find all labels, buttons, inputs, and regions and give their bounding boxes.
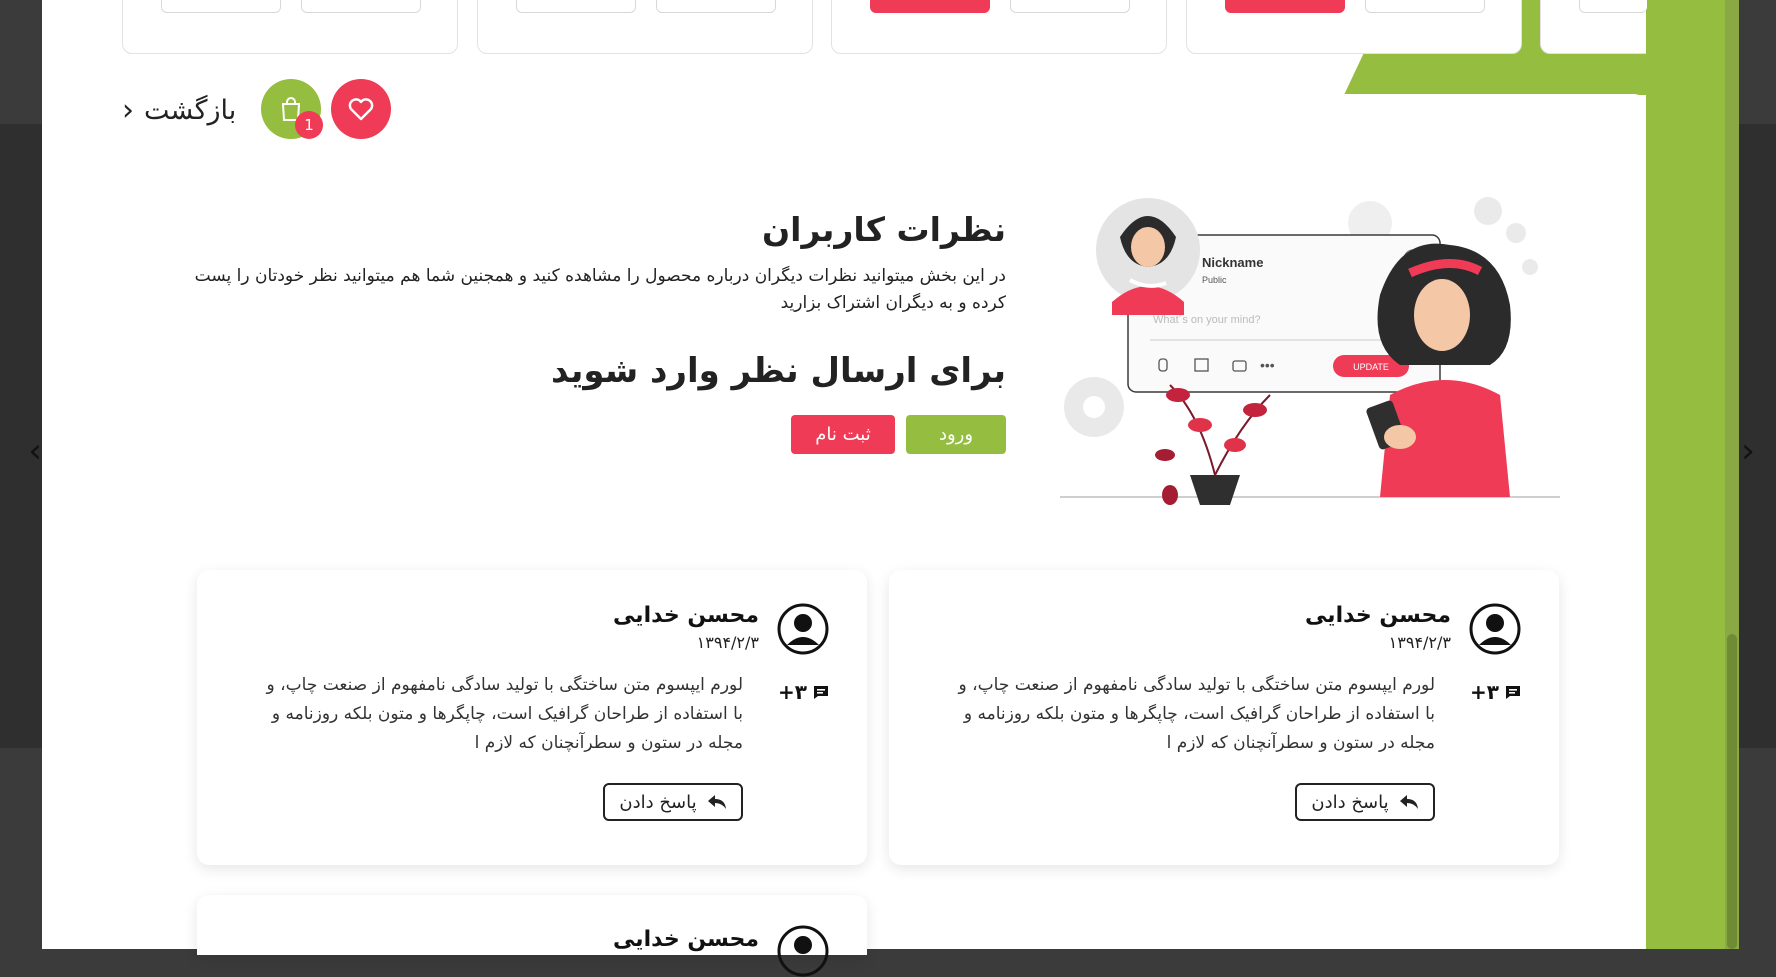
back-button[interactable]: بازگشت ‹ — [122, 88, 236, 132]
section-description: در این بخش میتوانید نظرات دیگران درباره … — [194, 266, 1006, 313]
reply-button[interactable]: پاسخ دادن — [603, 783, 743, 821]
comments-illustration: Nickname Public What´s on your mind? •••… — [1060, 197, 1560, 505]
comment-author: محسن خدایی — [613, 927, 759, 952]
user-avatar-icon — [1469, 603, 1521, 655]
auth-buttons: ورود ثبت نام — [160, 415, 1006, 454]
comment-author: محسن خدایی — [1305, 603, 1451, 628]
svg-text:•••: ••• — [1260, 357, 1275, 373]
user-avatar-icon — [777, 925, 829, 977]
login-prompt: برای ارسال نظر وارد شوید — [550, 351, 1006, 391]
chevron-left-icon: ‹ — [122, 92, 134, 128]
comment-replies-count[interactable]: ۳+ — [1470, 680, 1521, 704]
product-card[interactable] — [477, 0, 813, 54]
favorite-button[interactable] — [331, 79, 391, 139]
product-card-button[interactable] — [1010, 0, 1130, 13]
section-title: نظرات کاربران — [761, 210, 1006, 249]
comment-text: لورم ایپسوم متن ساختگی با تولید سادگی نا… — [958, 675, 1435, 753]
product-card[interactable] — [1186, 0, 1522, 54]
illustration-placeholder: What´s on your mind? — [1153, 314, 1261, 326]
product-card[interactable] — [122, 0, 458, 54]
comment-date: ۱۳۹۴/۲/۳ — [696, 633, 759, 652]
comments-intro: نظرات کاربران در این بخش میتوانید نظرات … — [160, 210, 1006, 454]
comment-text: لورم ایپسوم متن ساختگی با تولید سادگی نا… — [266, 675, 743, 753]
illustration-nickname: Nickname — [1202, 255, 1263, 270]
product-card-button[interactable] — [870, 0, 990, 13]
illustration-visibility: Public — [1202, 275, 1227, 285]
heart-icon — [348, 98, 374, 121]
product-card[interactable] — [831, 0, 1167, 54]
comment-author: محسن خدایی — [613, 603, 759, 628]
product-card-button[interactable] — [301, 0, 421, 13]
product-card[interactable] — [1540, 0, 1647, 54]
reply-label: پاسخ دادن — [619, 791, 697, 813]
scrollbar-thumb[interactable] — [1727, 634, 1737, 949]
comment-card: محسن خدایی ۱۳۹۴/۲/۳ ۳+ لورم ایپسوم متن س… — [197, 570, 867, 865]
comment-icon — [814, 686, 828, 699]
comment-card: محسن خدایی — [197, 895, 867, 977]
green-side-strip — [1645, 0, 1735, 949]
reply-button[interactable]: پاسخ دادن — [1295, 783, 1435, 821]
register-button[interactable]: ثبت نام — [791, 415, 895, 454]
user-avatar-icon — [777, 603, 829, 655]
reply-arrow-icon — [1399, 795, 1418, 809]
product-card-button[interactable] — [1579, 0, 1647, 13]
comment-date: ۱۳۹۴/۲/۳ — [1388, 633, 1451, 652]
product-card-button[interactable] — [1365, 0, 1485, 13]
comment-card: محسن خدایی ۱۳۹۴/۲/۳ ۳+ لورم ایپسوم متن س… — [889, 570, 1559, 865]
illustration-update-button: UPDATE — [1353, 362, 1389, 372]
login-button[interactable]: ورود — [906, 415, 1006, 454]
product-card-button[interactable] — [656, 0, 776, 13]
cart-count-badge: 1 — [295, 111, 323, 139]
product-card-button[interactable] — [516, 0, 636, 13]
reply-label: پاسخ دادن — [1311, 791, 1389, 813]
product-card-button[interactable] — [1225, 0, 1345, 13]
replies-count-label: ۳+ — [778, 680, 807, 704]
back-label: بازگشت — [144, 94, 237, 126]
replies-count-label: ۳+ — [1470, 680, 1499, 704]
reply-arrow-icon — [707, 795, 726, 809]
comment-replies-count[interactable]: ۳+ — [778, 680, 829, 704]
product-card-button[interactable] — [161, 0, 281, 13]
comment-icon — [1506, 686, 1520, 699]
